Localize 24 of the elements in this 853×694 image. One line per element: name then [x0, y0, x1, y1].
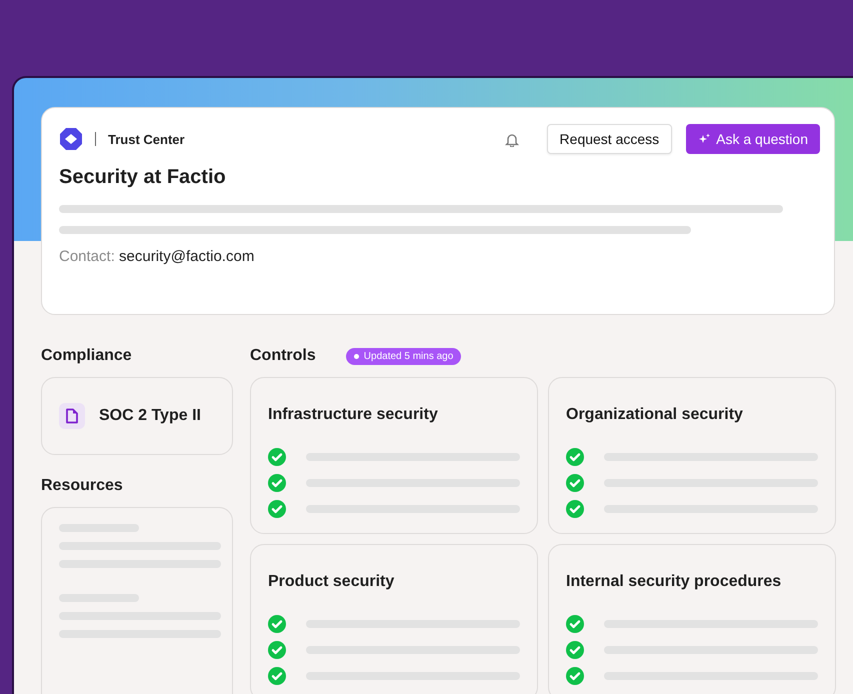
- control-card[interactable]: Product security: [250, 544, 538, 694]
- control-card[interactable]: Organizational security: [548, 377, 836, 534]
- compliance-card[interactable]: SOC 2 Type II: [41, 377, 233, 455]
- section-heading: Resources: [41, 477, 124, 495]
- control-title: Infrastructure security: [268, 406, 439, 424]
- control-title: Product security: [268, 573, 396, 591]
- control-card[interactable]: Infrastructure security: [250, 377, 538, 534]
- updated-badge: Updated 5 mins ago: [346, 348, 462, 364]
- logo-icon: [59, 127, 83, 151]
- section-heading: Controls: [250, 347, 316, 365]
- brand-name: Trust Center: [108, 132, 185, 146]
- contact-label: Contact:: [59, 248, 115, 265]
- control-card[interactable]: Internal security procedures: [548, 544, 836, 694]
- page-title: Security at Factio: [59, 166, 227, 189]
- contact-email[interactable]: security@factio.com: [119, 248, 254, 265]
- bell-icon[interactable]: [504, 132, 519, 146]
- document-icon: [59, 403, 85, 429]
- sparkle-icon: [698, 133, 710, 145]
- ask-question-button[interactable]: Ask a question: [686, 124, 820, 154]
- control-title: Organizational security: [566, 406, 744, 424]
- request-access-button[interactable]: Request access: [546, 124, 672, 154]
- compliance-label: SOC 2 Type II: [99, 407, 201, 425]
- control-title: Internal security procedures: [566, 573, 782, 591]
- section-heading: Compliance: [41, 347, 133, 365]
